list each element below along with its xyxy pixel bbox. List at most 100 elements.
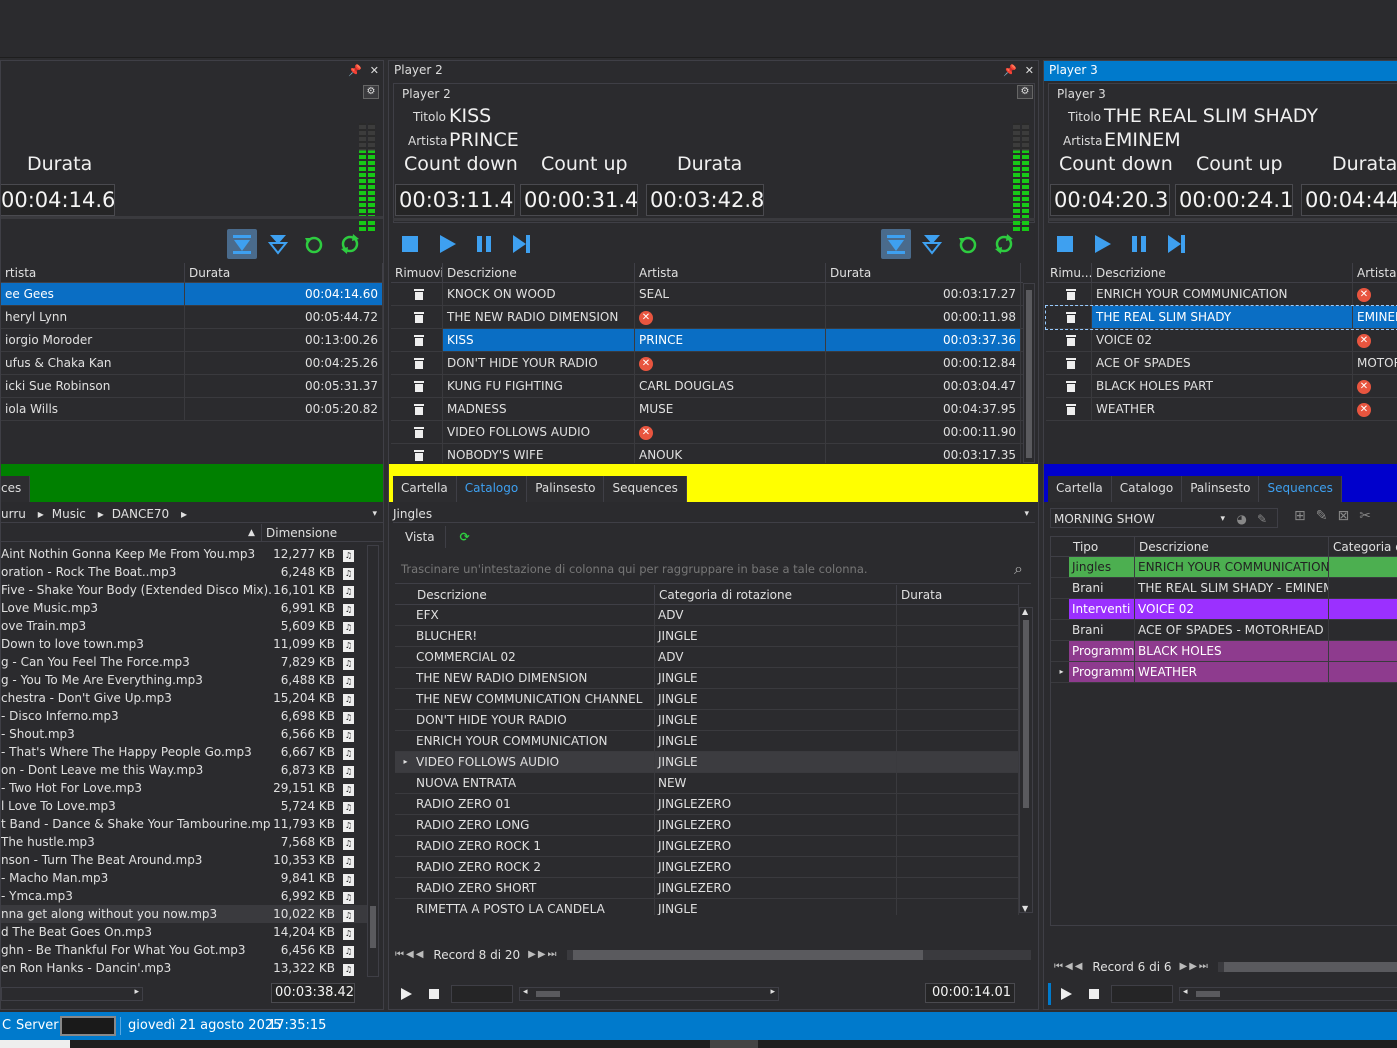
delete-icon[interactable] xyxy=(1046,398,1092,420)
load-next-icon[interactable] xyxy=(881,229,911,259)
settings-gear-icon[interactable]: ⚙ xyxy=(1017,85,1033,99)
tab-cartella[interactable]: Cartella xyxy=(393,476,457,502)
nav-next-icon[interactable]: ▶▶⏭ xyxy=(528,946,558,964)
delete-icon[interactable]: ⊠ xyxy=(1337,508,1349,524)
edit-sequence-icon[interactable]: ✎ xyxy=(1316,508,1328,524)
table-row[interactable]: BLACK HOLES PART ✕ xyxy=(1046,375,1397,398)
table-row[interactable]: THE NEW RADIO DIMENSION ✕ 00:00:11.98 xyxy=(391,306,1023,329)
delete-icon[interactable] xyxy=(391,283,443,305)
file-row[interactable]: The hustle.mp3 7,568 KB ♫ xyxy=(1,833,367,851)
tab-sequences[interactable]: ces xyxy=(1,476,31,502)
refresh-icon[interactable] xyxy=(989,229,1019,259)
table-row[interactable]: iola Wills 00:05:20.82 xyxy=(1,398,383,421)
table-row[interactable]: ufus & Chaka Kan 00:04:25.26 xyxy=(1,352,383,375)
load-all-icon[interactable] xyxy=(917,229,947,259)
delete-icon[interactable] xyxy=(391,306,443,328)
delete-icon[interactable] xyxy=(391,375,443,397)
table-row[interactable]: RADIO ZERO ROCK 2 JINGLEZERO xyxy=(395,857,1019,878)
vertical-scrollbar[interactable] xyxy=(367,545,379,977)
file-row[interactable]: nson - Turn The Beat Around.mp3 10,353 KB… xyxy=(1,851,367,869)
table-row[interactable]: DON'T HIDE YOUR RADIO JINGLE xyxy=(395,710,1019,731)
file-row[interactable]: ove Train.mp3 5,609 KB ♫ xyxy=(1,617,367,635)
loop-icon[interactable] xyxy=(953,229,983,259)
delete-icon[interactable] xyxy=(1046,329,1092,351)
delete-icon[interactable] xyxy=(1046,375,1092,397)
col-durata[interactable]: Durata xyxy=(826,263,1021,282)
table-row[interactable]: THE REAL SLIM SHADYEMINEM xyxy=(1045,305,1397,330)
table-row[interactable]: COMMERCIAL 02 ADV xyxy=(395,647,1019,668)
delete-icon[interactable] xyxy=(391,421,443,443)
file-row[interactable]: oration - Rock The Boat..mp3 6,248 KB ♫ xyxy=(1,563,367,581)
table-row[interactable]: ENRICH YOUR COMMUNICATION ✕ xyxy=(1046,283,1397,306)
preview-position-slider[interactable]: ◂ xyxy=(1179,987,1397,1001)
tab-sequences[interactable]: Sequences xyxy=(604,476,687,502)
preview-position-slider[interactable]: ◂ ▸ xyxy=(519,987,779,1001)
table-row[interactable]: RADIO ZERO LONG JINGLEZERO xyxy=(395,815,1019,836)
pause-icon[interactable] xyxy=(469,229,499,259)
table-row[interactable]: BLUCHER! JINGLE xyxy=(395,626,1019,647)
sequence-row[interactable]: Programmi BLACK HOLES xyxy=(1051,641,1397,662)
tab-catalogo[interactable]: Catalogo xyxy=(456,476,528,502)
file-row[interactable]: - Macho Man.mp3 9,841 KB ♫ xyxy=(1,869,367,887)
file-row[interactable]: t Band - Dance & Shake Your Tambourine.m… xyxy=(1,815,367,833)
refresh-icon[interactable]: ⟳ xyxy=(460,526,470,548)
playlist-scrollbar[interactable] xyxy=(1023,283,1035,463)
sequence-row[interactable]: ▸ Programmi WEATHER xyxy=(1051,662,1397,683)
load-next-icon[interactable] xyxy=(227,229,257,259)
col-artista[interactable]: Artista xyxy=(635,263,826,282)
table-row[interactable]: WEATHER ✕ xyxy=(1046,398,1397,421)
stop-icon[interactable] xyxy=(1050,229,1080,259)
stop-icon[interactable] xyxy=(395,229,425,259)
progress-track[interactable] xyxy=(1,216,383,219)
table-row[interactable]: RADIO ZERO 01 JINGLEZERO xyxy=(395,794,1019,815)
close-icon[interactable]: ✕ xyxy=(1025,64,1034,77)
file-row[interactable]: l Love To Love.mp3 5,724 KB ♫ xyxy=(1,797,367,815)
file-row[interactable]: chestra - Don't Give Up.mp3 15,204 KB ♫ xyxy=(1,689,367,707)
col-descrizione[interactable]: Descrizione xyxy=(413,585,655,604)
file-row[interactable]: d The Beat Goes On.mp3 14,204 KB ♫ xyxy=(1,923,367,941)
preview-volume[interactable] xyxy=(451,985,513,1003)
play-icon[interactable] xyxy=(432,229,462,259)
sequence-row[interactable]: Interventi VOICE 02 xyxy=(1051,599,1397,620)
nav-first-icon[interactable]: ⏮◀◀ xyxy=(1054,958,1084,976)
table-row[interactable]: THE NEW RADIO DIMENSION JINGLE xyxy=(395,668,1019,689)
table-row[interactable]: EFX ADV xyxy=(395,605,1019,626)
preview-stop-icon[interactable] xyxy=(1083,983,1105,1005)
file-row[interactable]: g - Can You Feel The Force.mp3 7,829 KB ♫ xyxy=(1,653,367,671)
file-row[interactable]: - Two Hot For Love.mp3 29,151 KB ♫ xyxy=(1,779,367,797)
delete-icon[interactable] xyxy=(1046,352,1092,374)
preview-volume[interactable] xyxy=(1111,985,1173,1003)
col-categoria[interactable]: Categoria di rotazione xyxy=(655,585,897,604)
delete-icon[interactable] xyxy=(391,444,443,463)
sequence-select[interactable]: MORNING SHOW ▾ ◕ ✎ xyxy=(1050,508,1278,528)
file-row[interactable]: Love Music.mp3 6,991 KB ♫ xyxy=(1,599,367,617)
file-row[interactable]: - Ymca.mp3 6,992 KB ♫ xyxy=(1,887,367,905)
pin-icon[interactable]: 📌 xyxy=(348,64,362,77)
pause-icon[interactable] xyxy=(1124,229,1154,259)
preview-play-icon[interactable] xyxy=(1055,983,1077,1005)
table-row[interactable]: ENRICH YOUR COMMUNICATION JINGLE xyxy=(395,731,1019,752)
nav-next-icon[interactable]: ▶▶⏭ xyxy=(1180,958,1210,976)
col-artista[interactable]: rtista xyxy=(1,263,185,282)
sequence-row[interactable]: Brani ACE OF SPADES - MOTORHEAD xyxy=(1051,620,1397,641)
tab-palinsesto[interactable]: Palinsesto xyxy=(1182,476,1260,502)
tab-cartella[interactable]: Cartella xyxy=(1048,476,1112,502)
delete-icon[interactable] xyxy=(1046,306,1092,328)
table-row[interactable]: MADNESS MUSE 00:04:37.95 xyxy=(391,398,1023,421)
col-categoria[interactable]: Categoria di xyxy=(1329,537,1397,556)
horizontal-scrollbar[interactable]: ▸ xyxy=(1,987,143,1001)
close-icon[interactable]: ✕ xyxy=(370,64,379,77)
table-row[interactable]: RADIO ZERO ROCK 1 JINGLEZERO xyxy=(395,836,1019,857)
cut-icon[interactable]: ✂ xyxy=(1359,508,1371,524)
file-row[interactable]: ghn - Be Thankful For What You Got.mp3 6,… xyxy=(1,941,367,959)
search-icon[interactable]: ⌕ xyxy=(1014,554,1023,584)
delete-icon[interactable] xyxy=(391,398,443,420)
next-icon[interactable] xyxy=(1161,229,1191,259)
col-descrizione[interactable]: Descrizione xyxy=(443,263,635,282)
table-row[interactable]: VOICE 02 ✕ xyxy=(1046,329,1397,352)
file-row[interactable]: Aint Nothin Gonna Keep Me From You.mp3 12… xyxy=(1,545,367,563)
col-tipo[interactable]: Tipo xyxy=(1069,537,1135,556)
nav-first-icon[interactable]: ⏮◀◀ xyxy=(395,946,425,964)
pin-icon[interactable]: 📌 xyxy=(1003,64,1017,77)
sequence-row[interactable]: Brani THE REAL SLIM SHADY - EMINEM xyxy=(1051,578,1397,599)
